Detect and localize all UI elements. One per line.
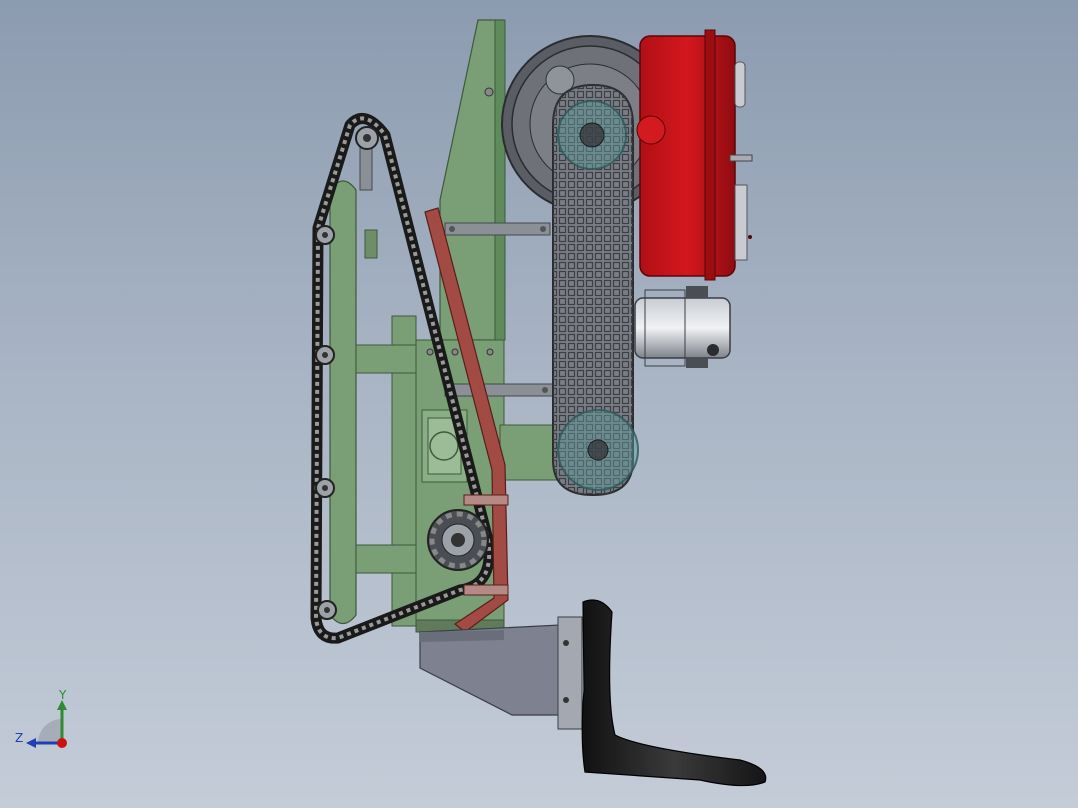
drive-sprocket [427, 509, 489, 571]
upper-pulley [557, 100, 627, 170]
cross-bar-upper [444, 222, 551, 236]
z-axis-label: Z [15, 731, 23, 745]
hopper [419, 624, 561, 716]
cad-viewport[interactable]: Y Z [0, 0, 1078, 808]
x-axis-dot [57, 738, 67, 748]
y-axis-label: Y [58, 688, 67, 702]
coordinate-triad[interactable]: Y Z [15, 688, 67, 748]
plough-shoe [581, 599, 767, 787]
cross-bar-lower [444, 383, 554, 397]
electric-motor [634, 286, 731, 368]
engine [636, 29, 753, 281]
lower-pulley [557, 409, 639, 491]
shoe-bracket [557, 616, 583, 730]
